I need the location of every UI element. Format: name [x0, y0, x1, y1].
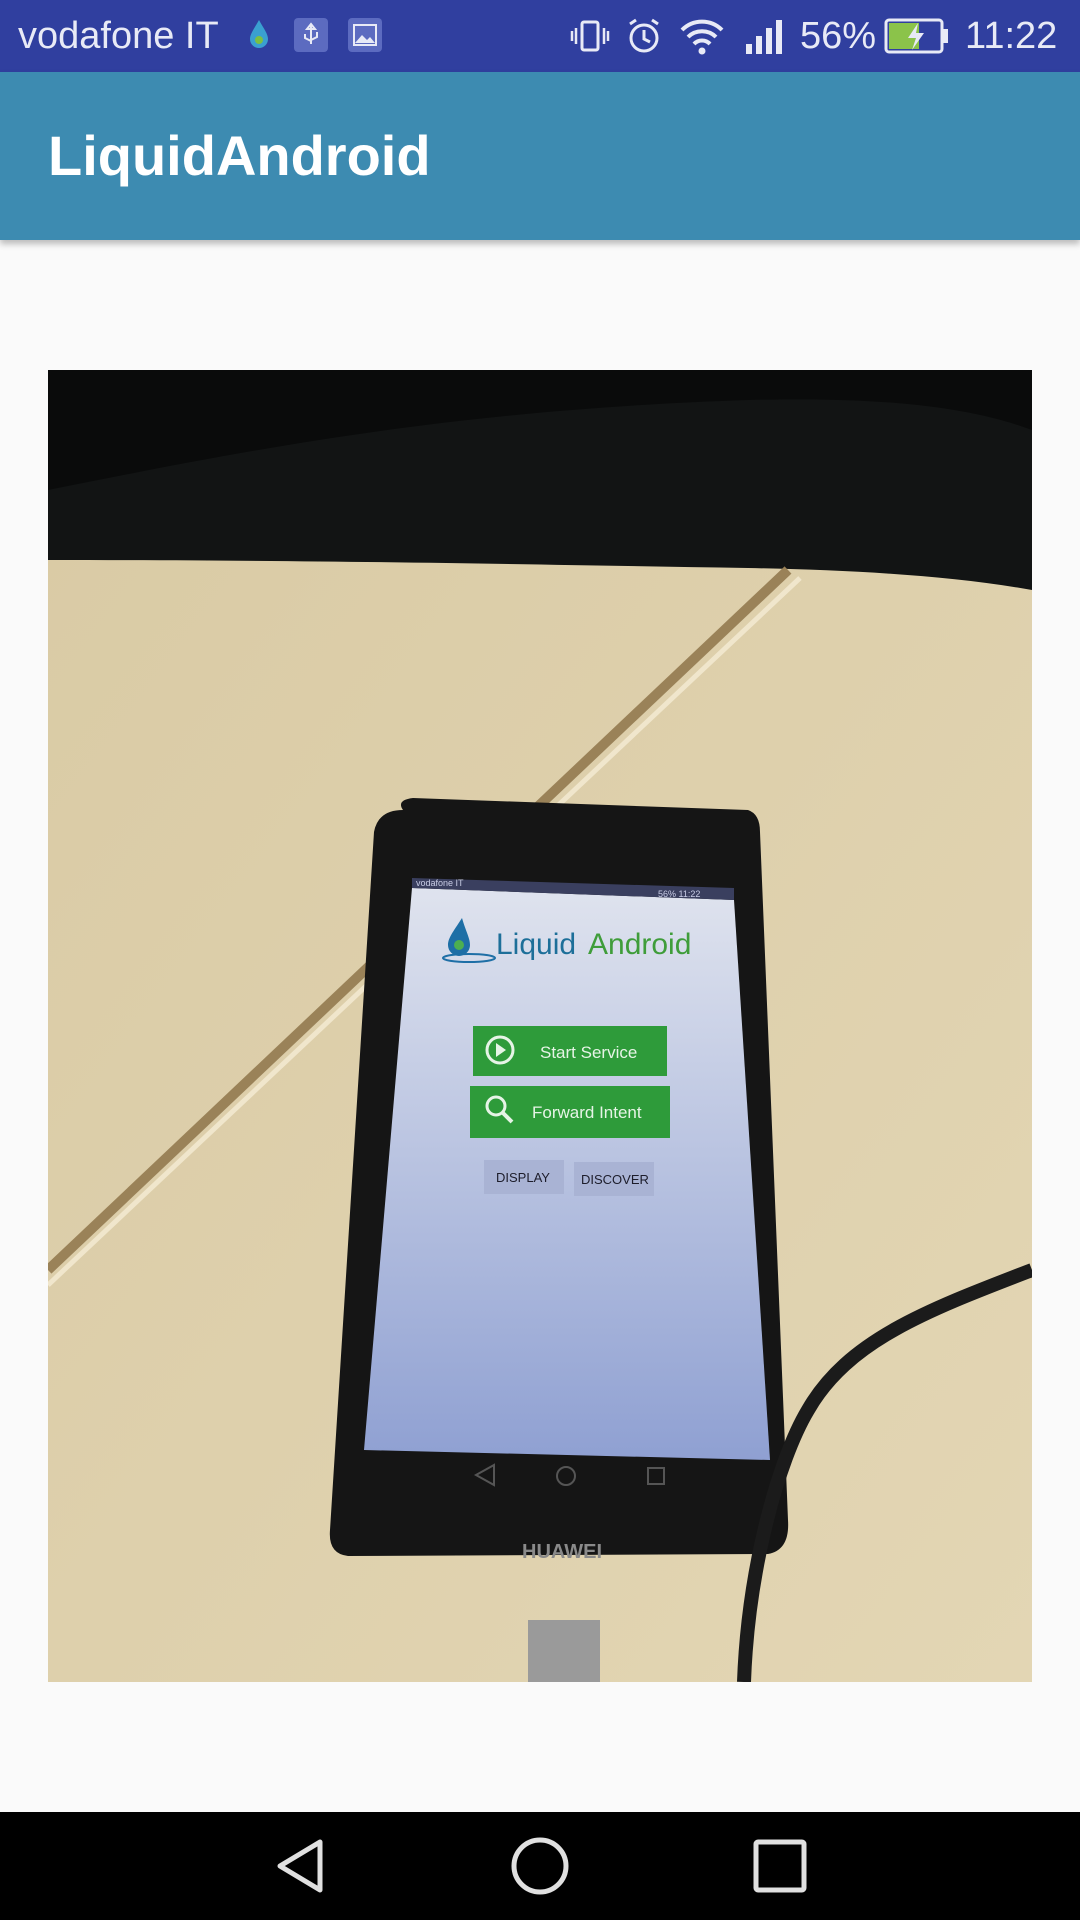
inner-status-right: 56% 11:22: [658, 889, 700, 899]
battery-percent: 56%: [800, 15, 877, 57]
wifi-icon: [680, 19, 724, 55]
liquidandroid-drop-icon: [250, 20, 268, 48]
inner-forward-intent-label: Forward Intent: [532, 1103, 642, 1122]
inner-logo-text-a: Liquid: [496, 928, 576, 961]
usb-icon: [294, 18, 328, 52]
phone-brand: HUAWEI: [522, 1541, 602, 1563]
recents-icon[interactable]: [748, 1834, 812, 1898]
battery-charging-icon: [884, 18, 948, 54]
inner-display-label: DISPLAY: [496, 1170, 550, 1185]
home-icon[interactable]: [508, 1834, 572, 1898]
status-time: 11:22: [965, 15, 1058, 57]
signal-icon: [746, 20, 782, 54]
inner-logo-text-b: Android: [588, 928, 691, 961]
inner-display-button: DISPLAY: [484, 1160, 564, 1194]
carrier-name: vodafone IT: [18, 15, 219, 57]
navigation-bar: [0, 1812, 1080, 1920]
app-bar: LiquidAndroid: [0, 72, 1080, 240]
status-bar: vodafone IT 56% 11:22: [0, 0, 1080, 72]
alarm-icon: [629, 18, 659, 53]
image-icon: [348, 18, 382, 52]
inner-start-service-button: Start Service: [473, 1026, 667, 1076]
photo-scene: vodafone IT 56% 11:22 Liquid Android Sta…: [48, 370, 1032, 1682]
inner-discover-button: DISCOVER: [574, 1162, 654, 1196]
inner-start-service-label: Start Service: [540, 1043, 637, 1062]
inner-status-carrier: vodafone IT: [416, 878, 464, 888]
captured-photo: vodafone IT 56% 11:22 Liquid Android Sta…: [48, 370, 1032, 1682]
app-title: LiquidAndroid: [48, 124, 431, 187]
inner-forward-intent-button: Forward Intent: [470, 1086, 670, 1138]
vibrate-icon: [570, 20, 610, 52]
back-icon[interactable]: [268, 1834, 332, 1898]
inner-discover-label: DISCOVER: [581, 1172, 649, 1187]
